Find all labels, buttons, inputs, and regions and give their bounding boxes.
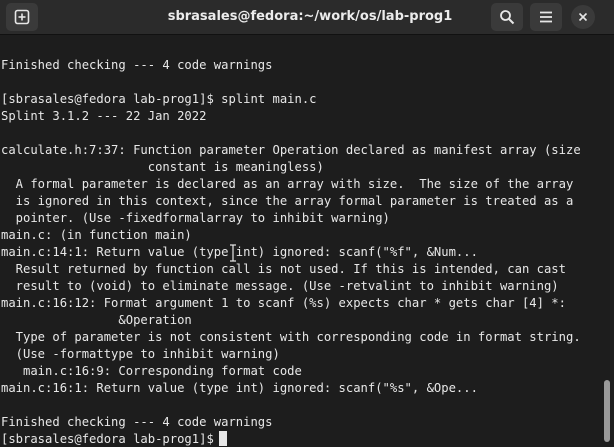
new-tab-button[interactable] (6, 3, 38, 31)
search-icon (500, 10, 515, 25)
search-button[interactable] (491, 3, 523, 31)
terminal-line: (Use -formattype to inhibit warning) (1, 347, 280, 361)
menu-button[interactable] (530, 3, 562, 31)
terminal-line: main.c:16:12: Format argument 1 to scanf… (1, 296, 566, 310)
terminal-line: main.c: (in function main) (1, 228, 192, 242)
terminal-line: pointer. (Use -fixedformalarray to inhib… (1, 211, 390, 225)
terminal-line: main.c:16:1: Return value (type int) ign… (1, 381, 478, 395)
mouse-ibeam-icon (230, 244, 236, 262)
terminal-line: main.c:16:9: Corresponding format code (1, 364, 302, 378)
terminal-line: Finished checking --- 4 code warnings (1, 415, 273, 429)
terminal-line: &Operation (1, 313, 192, 327)
window-title: sbrasales@fedora:~/work/os/lab-prog1 (167, 9, 453, 24)
terminal-window: sbrasales@fedora:~/work/os/lab-prog1 Fin… (0, 0, 614, 447)
new-tab-icon (14, 9, 30, 25)
terminal-line: [sbrasales@fedora lab-prog1]$ (1, 432, 222, 446)
terminal-line: A formal parameter is declared as an arr… (1, 177, 574, 191)
terminal-line: constant is meaningless) (1, 160, 324, 174)
title-bar: sbrasales@fedora:~/work/os/lab-prog1 (0, 0, 614, 35)
close-button[interactable] (571, 5, 595, 29)
terminal-line: Type of parameter is not consistent with… (1, 330, 581, 344)
terminal-line: Splint 3.1.2 --- 22 Jan 2022 (1, 109, 207, 123)
terminal-line: [sbrasales@fedora lab-prog1]$ splint mai… (1, 92, 317, 106)
scrollbar-thumb[interactable] (604, 380, 610, 442)
close-icon (578, 12, 588, 22)
terminal-line: is ignored in this context, since the ar… (1, 194, 574, 208)
hamburger-menu-icon (540, 11, 552, 23)
terminal-line: main.c:14:1: Return value (type int) ign… (1, 245, 478, 259)
terminal-line: Finished checking --- 4 code warnings (1, 58, 273, 72)
terminal-line: result to (void) to eliminate message. (… (1, 279, 559, 293)
terminal-line: calculate.h:7:37: Function parameter Ope… (1, 143, 581, 157)
text-cursor (219, 431, 227, 446)
terminal-output[interactable]: Finished checking --- 4 code warnings [s… (0, 35, 600, 447)
terminal-line: Result returned by function call is not … (1, 262, 566, 276)
